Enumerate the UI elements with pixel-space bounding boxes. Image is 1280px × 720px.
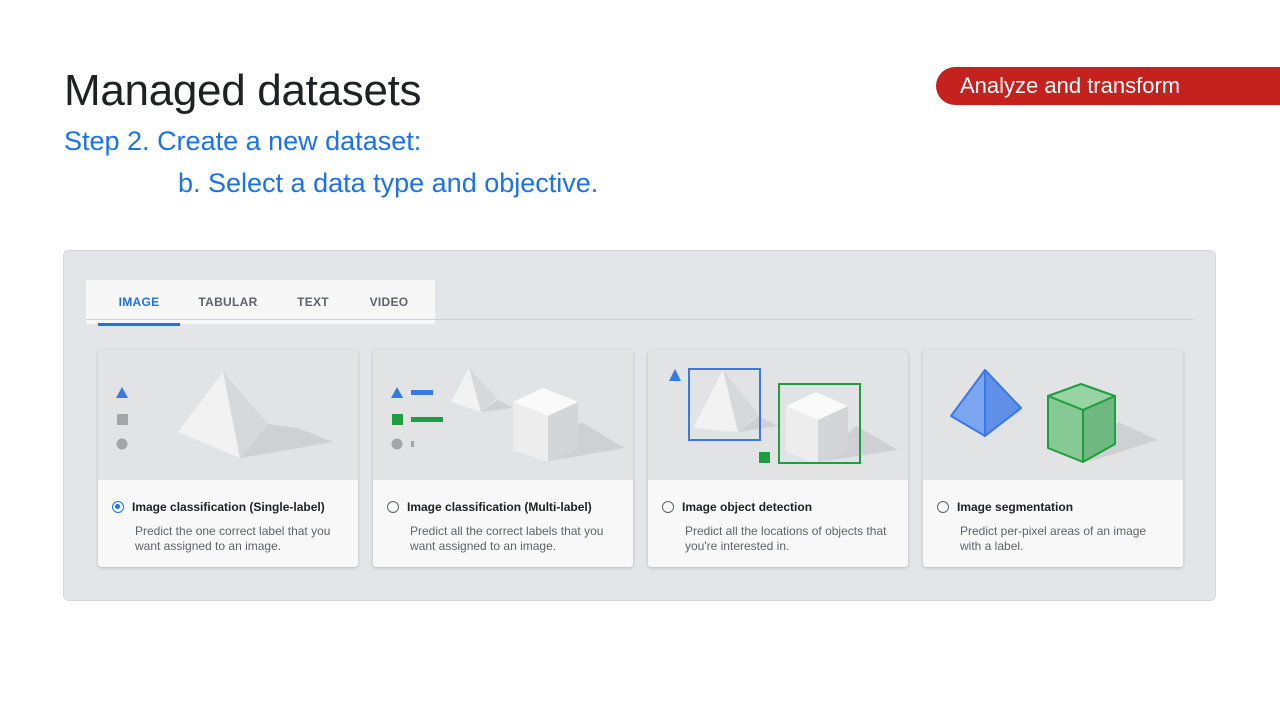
square-marker-icon: [759, 452, 770, 463]
tab-divider: [86, 319, 1194, 320]
data-type-tabs: IMAGE TABULAR TEXT VIDEO: [86, 280, 435, 326]
circle-marker-icon: [116, 438, 128, 450]
card-description: Predict per-pixel areas of an image with…: [960, 524, 1147, 553]
square-marker-icon: [392, 414, 403, 425]
card-title: Image segmentation: [957, 500, 1074, 514]
triangle-marker-icon: [669, 369, 681, 381]
sub-step-heading: b. Select a data type and objective.: [178, 168, 599, 198]
section-tag: Analyze and transform: [936, 67, 1280, 105]
card-description: Predict all the locations of objects tha…: [685, 524, 887, 553]
objective-card-multi-label-classification[interactable]: Image classification (Multi-label) Predi…: [373, 350, 633, 567]
tab-tabular[interactable]: TABULAR: [180, 280, 276, 324]
square-marker-icon: [117, 414, 128, 425]
tab-image[interactable]: IMAGE: [98, 280, 180, 326]
triangle-marker-icon: [116, 387, 128, 398]
tab-text[interactable]: TEXT: [276, 280, 350, 324]
radio-unselected[interactable]: [662, 501, 674, 513]
segmentation-illustration: [923, 350, 1183, 480]
card-title: Image classification (Multi-label): [407, 500, 592, 514]
dataset-type-panel: IMAGE TABULAR TEXT VIDEO Image classific…: [63, 250, 1216, 601]
object-detection-illustration: [648, 350, 908, 480]
objective-card-image-segmentation[interactable]: Image segmentation Predict per-pixel are…: [923, 350, 1183, 567]
objective-card-single-label-classification[interactable]: Image classification (Single-label) Pred…: [98, 350, 358, 567]
card-description: Predict the one correct label that you w…: [135, 524, 331, 553]
radio-selected[interactable]: [112, 501, 124, 513]
single-label-illustration: [98, 350, 358, 480]
card-description: Predict all the correct labels that you …: [410, 524, 604, 553]
circle-marker-icon: [391, 438, 403, 450]
multi-label-illustration: [373, 350, 633, 480]
card-title: Image classification (Single-label): [132, 500, 325, 514]
tab-video[interactable]: VIDEO: [350, 280, 428, 324]
slide-title: Managed datasets: [64, 66, 422, 115]
triangle-marker-icon: [391, 387, 403, 398]
objective-card-object-detection[interactable]: Image object detection Predict all the l…: [648, 350, 908, 567]
blue-segmented-pyramid: [950, 369, 986, 437]
card-title: Image object detection: [682, 500, 813, 514]
radio-unselected[interactable]: [937, 501, 949, 513]
step-heading: Step 2. Create a new dataset:: [64, 126, 422, 156]
radio-unselected[interactable]: [387, 501, 399, 513]
